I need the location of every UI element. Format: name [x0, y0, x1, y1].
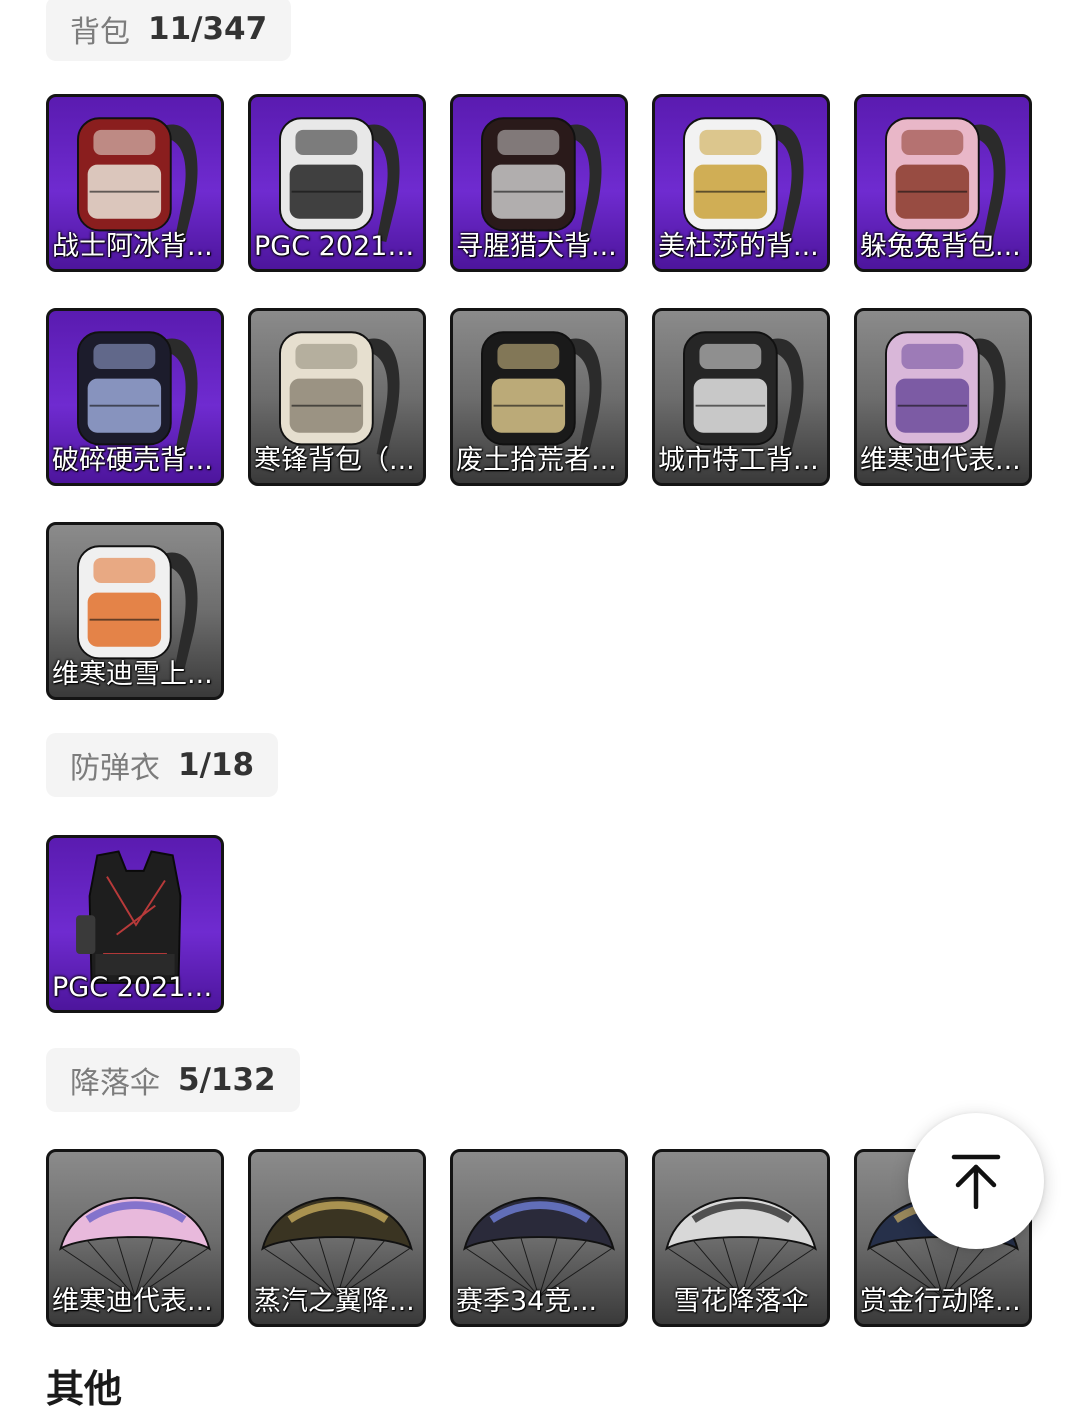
item-label: 躲兔兔背包...: [860, 231, 1021, 262]
item-label: 维寒迪代表...: [52, 1286, 213, 1317]
item-card[interactable]: 维寒迪雪上...: [46, 522, 224, 700]
item-card[interactable]: 维寒迪代表...: [46, 1149, 224, 1327]
section-count: 5/132: [178, 1062, 276, 1098]
item-label: 赏金行动降...: [860, 1286, 1021, 1317]
section-count: 11/347: [148, 11, 268, 47]
item-label: 寒锋背包（...: [254, 445, 415, 476]
section-title: 防弹衣: [70, 751, 160, 786]
item-label: 美杜莎的背...: [658, 231, 819, 262]
item-card[interactable]: PGC 2021 ...: [248, 94, 426, 272]
back-to-top-button[interactable]: [908, 1113, 1044, 1249]
item-label: 蒸汽之翼降...: [254, 1286, 415, 1317]
section-header-parachute: 降落伞 5/132: [46, 1048, 300, 1112]
item-card[interactable]: 城市特工背...: [652, 308, 830, 486]
arrow-up-to-top-icon: [951, 1154, 1001, 1209]
item-card[interactable]: 雪花降落伞: [652, 1149, 830, 1327]
item-label: 废土拾荒者...: [456, 445, 617, 476]
section-header-vest: 防弹衣 1/18: [46, 733, 279, 797]
item-card[interactable]: 寻腥猎犬背...: [450, 94, 628, 272]
section-count: 1/18: [178, 747, 255, 783]
item-label: PGC 2021 ...: [254, 231, 422, 262]
item-card[interactable]: 躲兔兔背包...: [854, 94, 1032, 272]
item-label: 维寒迪雪上...: [52, 659, 213, 690]
item-card[interactable]: 破碎硬壳背...: [46, 308, 224, 486]
item-card[interactable]: 废土拾荒者...: [450, 308, 628, 486]
item-label: 寻腥猎犬背...: [456, 231, 617, 262]
item-card[interactable]: 美杜莎的背...: [652, 94, 830, 272]
item-label: 维寒迪代表...: [860, 445, 1021, 476]
section-title: 降落伞: [70, 1066, 160, 1101]
item-card[interactable]: PGC 2021 ...: [46, 835, 224, 1013]
item-label: PGC 2021 ...: [52, 972, 220, 1003]
section-title: 背包: [70, 15, 130, 50]
item-card[interactable]: 维寒迪代表...: [854, 308, 1032, 486]
item-card[interactable]: 战士阿冰背...: [46, 94, 224, 272]
item-grid-backpack: 战士阿冰背... PGC 2021 ... 寻腥猎犬背... 美杜莎的背... 躲兔兔背…: [46, 94, 1032, 700]
item-label: 破碎硬壳背...: [52, 445, 213, 476]
item-card[interactable]: 蒸汽之翼降...: [248, 1149, 426, 1327]
section-header-backpack: 背包 11/347: [46, 0, 292, 61]
item-card[interactable]: 赛季34竞...: [450, 1149, 628, 1327]
item-label: 城市特工背...: [658, 445, 819, 476]
item-grid-parachute: 维寒迪代表... 蒸汽之翼降... 赛季34竞... 雪花降落伞 赏金行动降...: [46, 1149, 1032, 1327]
item-grid-vest: PGC 2021 ...: [46, 835, 1032, 1013]
item-label: 赛季34竞...: [456, 1286, 598, 1317]
item-label: 战士阿冰背...: [52, 231, 213, 262]
other-section-heading: 其他: [46, 1367, 123, 1411]
item-card[interactable]: 寒锋背包（...: [248, 308, 426, 486]
item-label: 雪花降落伞: [673, 1286, 809, 1317]
